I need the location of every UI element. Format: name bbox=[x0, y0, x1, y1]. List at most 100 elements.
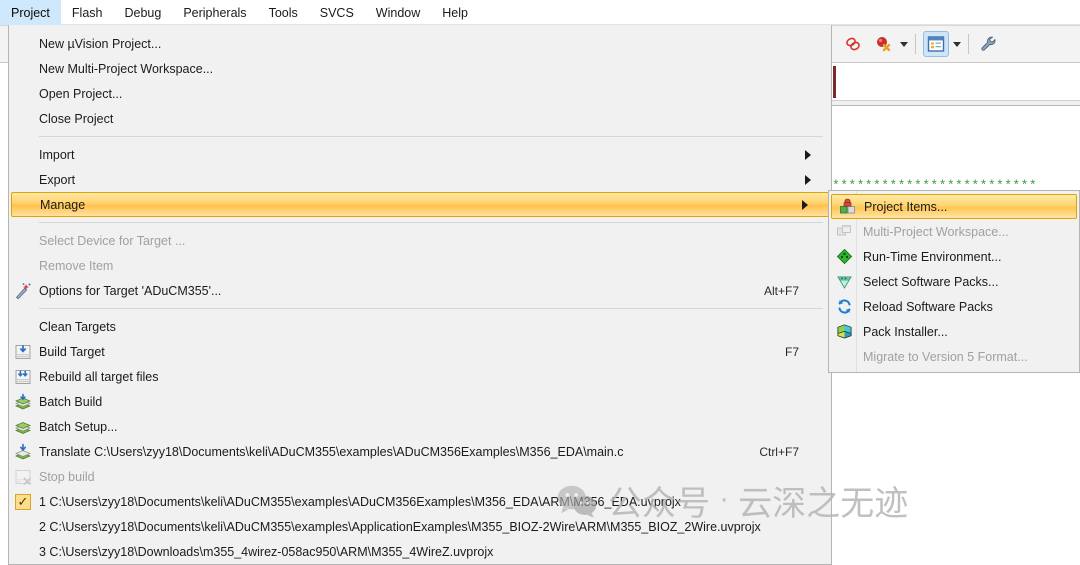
menu-separator bbox=[39, 222, 823, 223]
translate-icon bbox=[14, 443, 32, 461]
submenu-item-run-time-environment[interactable]: Run-Time Environment... bbox=[829, 244, 1079, 269]
menu-item-new-uvision-project[interactable]: New µVision Project... bbox=[9, 31, 831, 56]
menu-item-accelerator: Ctrl+F7 bbox=[759, 444, 799, 459]
menubar-item-window[interactable]: Window bbox=[365, 0, 431, 25]
menu-item-recent-project-3[interactable]: 3 C:\Users\zyy18\Downloads\m355_4wirez-0… bbox=[9, 539, 831, 564]
submenu-item-pack-installer[interactable]: Pack Installer... bbox=[829, 319, 1079, 344]
window-panel-dropdown-caret[interactable] bbox=[953, 41, 961, 47]
submenu-item-reload-software-packs[interactable]: Reload Software Packs bbox=[829, 294, 1079, 319]
editor-tab-edge bbox=[832, 63, 1080, 103]
submenu-item-project-items[interactable]: Project Items... bbox=[831, 194, 1077, 219]
menu-item-translate-file[interactable]: Translate C:\Users\zyy18\Documents\keli\… bbox=[9, 439, 831, 464]
bookmark-icon[interactable] bbox=[840, 31, 866, 57]
pack-installer-icon bbox=[835, 323, 853, 341]
editor-tab-divider bbox=[832, 100, 1080, 106]
stop-build-icon bbox=[14, 468, 32, 486]
batch-build-icon bbox=[14, 393, 32, 411]
menubar-label: Project bbox=[11, 5, 50, 20]
clear-bookmark-icon[interactable] bbox=[870, 31, 896, 57]
toolbar-separator-2 bbox=[968, 34, 969, 54]
menubar-label: Debug bbox=[124, 5, 162, 20]
menubar-label: SVCS bbox=[319, 5, 354, 20]
menubar-label: Help bbox=[442, 5, 468, 20]
menu-item-manage[interactable]: Manage bbox=[11, 192, 829, 217]
menu-item-remove-item: Remove Item bbox=[9, 253, 831, 278]
menubar-label: Peripherals bbox=[183, 5, 247, 20]
menubar-label: Tools bbox=[268, 5, 298, 20]
toolbar-separator-1 bbox=[915, 34, 916, 54]
submenu-item-migrate-to-version-5-format: Migrate to Version 5 Format... bbox=[829, 344, 1079, 369]
menu-item-close-project[interactable]: Close Project bbox=[9, 106, 831, 131]
menu-item-label: Batch Setup... bbox=[39, 419, 118, 434]
menu-item-new-multi-project-workspace[interactable]: New Multi-Project Workspace... bbox=[9, 56, 831, 81]
menu-item-select-device-for-target: Select Device for Target ... bbox=[9, 228, 831, 253]
menu-item-recent-project-1[interactable]: ✓ 1 C:\Users\zyy18\Documents\keli\ADuCM3… bbox=[9, 489, 831, 514]
submenu-item-label: Reload Software Packs bbox=[863, 299, 993, 314]
menu-item-label: Clean Targets bbox=[39, 319, 116, 334]
submenu-item-label: Project Items... bbox=[864, 199, 948, 214]
menu-item-recent-project-2[interactable]: 2 C:\Users\zyy18\Documents\keli\ADuCM355… bbox=[9, 514, 831, 539]
build-target-icon bbox=[14, 343, 32, 361]
submenu-item-label: Pack Installer... bbox=[863, 324, 948, 339]
menu-item-label: 2 C:\Users\zyy18\Documents\keli\ADuCM355… bbox=[39, 519, 761, 534]
menu-item-export[interactable]: Export bbox=[9, 167, 831, 192]
clear-bookmark-dropdown-caret[interactable] bbox=[900, 41, 908, 47]
editor-split-cursor bbox=[833, 66, 836, 98]
menu-item-label: Build Target bbox=[39, 344, 105, 359]
menu-item-import[interactable]: Import bbox=[9, 142, 831, 167]
menu-separator bbox=[39, 136, 823, 137]
menu-item-label: Export bbox=[39, 172, 76, 187]
menu-item-label: Import bbox=[39, 147, 75, 162]
menu-item-label: Translate C:\Users\zyy18\Documents\keli\… bbox=[39, 444, 624, 459]
menu-item-batch-setup[interactable]: Batch Setup... bbox=[9, 414, 831, 439]
submenu-item-select-software-packs[interactable]: Select Software Packs... bbox=[829, 269, 1079, 294]
menu-item-accelerator: F7 bbox=[784, 344, 799, 359]
menu-item-list: New µVision Project... New Multi-Project… bbox=[9, 25, 831, 564]
run-time-environment-icon bbox=[835, 248, 853, 266]
menu-separator bbox=[39, 308, 823, 309]
menu-item-build-target[interactable]: Build Target F7 bbox=[9, 339, 831, 364]
submenu-item-label: Migrate to Version 5 Format... bbox=[863, 349, 1028, 364]
reload-software-packs-icon bbox=[835, 298, 853, 316]
menubar-label: Window bbox=[375, 5, 421, 20]
batch-setup-icon bbox=[14, 418, 32, 436]
submenu-item-label: Run-Time Environment... bbox=[863, 249, 1002, 264]
chevron-right-icon bbox=[805, 149, 811, 160]
menu-item-label: Rebuild all target files bbox=[39, 369, 159, 384]
menu-item-label: New µVision Project... bbox=[39, 36, 162, 51]
menu-item-batch-build[interactable]: Batch Build bbox=[9, 389, 831, 414]
menu-bar: Project Flash Debug Peripherals Tools SV… bbox=[0, 0, 1080, 25]
window-panel-icon[interactable] bbox=[923, 31, 949, 57]
menu-item-label: 1 C:\Users\zyy18\Documents\keli\ADuCM355… bbox=[39, 494, 681, 509]
chevron-right-icon bbox=[802, 199, 808, 210]
menubar-item-svcs[interactable]: SVCS bbox=[309, 0, 365, 25]
menu-item-label: Stop build bbox=[39, 469, 95, 484]
menu-item-options-for-target[interactable]: Options for Target 'ADuCM355'... Alt+F7 bbox=[9, 278, 831, 303]
menu-item-clean-targets[interactable]: Clean Targets bbox=[9, 314, 831, 339]
menubar-item-project[interactable]: Project bbox=[0, 0, 61, 25]
menubar-item-help[interactable]: Help bbox=[431, 0, 479, 25]
project-dropdown-menu: New µVision Project... New Multi-Project… bbox=[8, 25, 832, 565]
menubar-item-flash[interactable]: Flash bbox=[61, 0, 114, 25]
menu-item-label: Options for Target 'ADuCM355'... bbox=[39, 283, 222, 298]
menu-item-label: New Multi-Project Workspace... bbox=[39, 61, 214, 76]
project-items-icon bbox=[838, 198, 856, 216]
select-software-packs-icon bbox=[835, 273, 853, 291]
menu-item-label: Manage bbox=[40, 197, 86, 212]
keil-uvision-window: ************************* s Reserved. er… bbox=[0, 0, 1080, 565]
menu-item-label: Select Device for Target ... bbox=[39, 233, 186, 248]
menubar-item-tools[interactable]: Tools bbox=[258, 0, 309, 25]
menubar-item-peripherals[interactable]: Peripherals bbox=[172, 0, 257, 25]
wrench-icon[interactable] bbox=[976, 31, 1002, 57]
menubar-item-debug[interactable]: Debug bbox=[113, 0, 172, 25]
submenu-item-label: Multi-Project Workspace... bbox=[863, 224, 1009, 239]
menu-item-label: Remove Item bbox=[39, 258, 114, 273]
menu-item-label: Close Project bbox=[39, 111, 114, 126]
menu-item-stop-build: Stop build bbox=[9, 464, 831, 489]
menu-item-open-project[interactable]: Open Project... bbox=[9, 81, 831, 106]
chevron-right-icon bbox=[805, 174, 811, 185]
menu-item-rebuild-all-target-files[interactable]: Rebuild all target files bbox=[9, 364, 831, 389]
menu-item-label: 3 C:\Users\zyy18\Downloads\m355_4wirez-0… bbox=[39, 544, 494, 559]
toolbar-group-right bbox=[840, 27, 1002, 61]
magic-wand-icon bbox=[14, 282, 32, 300]
